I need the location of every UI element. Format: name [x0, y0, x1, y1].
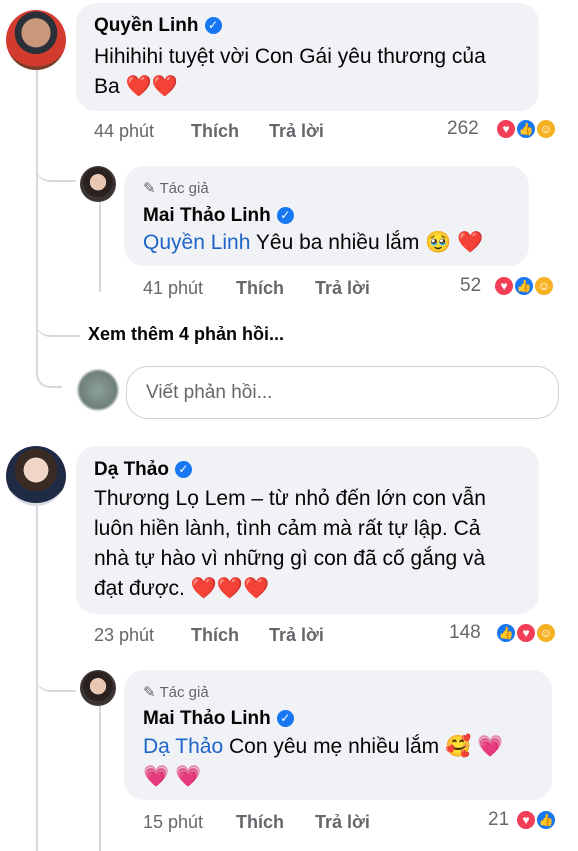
smiling-hearts-icon: 🥰: [444, 735, 472, 758]
pen-icon: ✎: [143, 180, 156, 197]
thread-line: [99, 200, 101, 292]
teary-smile-icon: 🥹: [425, 231, 452, 254]
love-icon[interactable]: ♥: [515, 809, 537, 831]
avatar[interactable]: [6, 446, 66, 506]
like-button[interactable]: Thích: [236, 812, 284, 833]
like-button[interactable]: Thích: [236, 278, 284, 299]
comment-text: đạt được. ❤️❤️❤️: [94, 577, 270, 600]
avatar[interactable]: [80, 166, 116, 202]
mention-link[interactable]: Quyền Linh: [143, 231, 250, 254]
verified-badge-icon: ✓: [276, 207, 294, 224]
like-button[interactable]: Thích: [191, 625, 239, 646]
reaction-count[interactable]: 148: [449, 622, 481, 644]
pen-icon: ✎: [143, 684, 156, 701]
comment-text: nhà tự hào vì những gì con đã cố gắng và: [94, 547, 486, 570]
comment-text: Hihihihi tuyệt vời Con Gái yêu thương củ…: [94, 45, 486, 68]
verified-badge-icon: ✓: [174, 461, 192, 478]
reply-button[interactable]: Trả lời: [269, 121, 324, 142]
reply-button[interactable]: Trả lời: [269, 625, 324, 646]
reaction-count[interactable]: 52: [460, 275, 481, 297]
author-tag: ✎ Tác giả: [143, 684, 209, 701]
like-icon[interactable]: 👍: [513, 275, 535, 297]
heart-icon: ❤️❤️❤️: [190, 577, 270, 600]
reply-author[interactable]: Mai Thảo Linh ✓: [143, 205, 294, 227]
reply-author[interactable]: Mai Thảo Linh ✓: [143, 708, 294, 730]
care-icon[interactable]: ☺: [535, 118, 557, 140]
comment-text: Thương Lọ Lem – từ nhỏ đến lớn con vẫn: [94, 487, 486, 510]
growing-heart-icon: 💗: [476, 735, 504, 758]
comment-time[interactable]: 44 phút: [94, 121, 154, 142]
avatar[interactable]: [80, 670, 116, 706]
reaction-count[interactable]: 21: [488, 809, 509, 831]
thread-line: [99, 706, 101, 851]
verified-badge-icon: ✓: [276, 710, 294, 727]
reply-button[interactable]: Trả lời: [315, 812, 370, 833]
mention-link[interactable]: Dạ Thảo: [143, 735, 223, 758]
reaction-count[interactable]: 262: [447, 118, 479, 140]
thread-curve: [36, 362, 62, 388]
reply-button[interactable]: Trả lời: [315, 278, 370, 299]
like-icon[interactable]: 👍: [515, 118, 537, 140]
comment-text: Ba ❤️❤️: [94, 75, 178, 98]
thread-line: [36, 68, 38, 378]
like-icon[interactable]: 👍: [535, 809, 557, 831]
reply-text: Quyền Linh Yêu ba nhiều lắm 🥹 ❤️: [143, 231, 484, 254]
avatar[interactable]: [6, 10, 66, 70]
reply-text: 💗 💗: [143, 762, 201, 792]
thread-curve: [36, 660, 76, 692]
love-icon[interactable]: ♥: [515, 622, 537, 644]
see-more-replies-link[interactable]: Xem thêm 4 phản hồi...: [88, 324, 284, 345]
author-tag: ✎ Tác giả: [143, 180, 209, 197]
love-icon[interactable]: ♥: [493, 275, 515, 297]
verified-badge-icon: ✓: [204, 17, 222, 34]
thread-curve: [36, 310, 80, 337]
care-icon[interactable]: ☺: [535, 622, 557, 644]
growing-heart-icon: 💗: [175, 765, 202, 788]
like-button[interactable]: Thích: [191, 121, 239, 142]
comment-author[interactable]: Quyền Linh ✓: [94, 15, 222, 37]
like-icon[interactable]: 👍: [495, 622, 517, 644]
care-icon[interactable]: ☺: [533, 275, 555, 297]
love-icon[interactable]: ♥: [495, 118, 517, 140]
growing-heart-icon: 💗: [143, 765, 170, 788]
thread-curve: [36, 150, 76, 182]
heart-icon: ❤️❤️: [125, 75, 178, 98]
reply-time[interactable]: 15 phút: [143, 812, 203, 833]
reply-text: Dạ Thảo Con yêu mẹ nhiều lắm 🥰 💗: [143, 735, 504, 758]
comment-time[interactable]: 23 phút: [94, 625, 154, 646]
comment-author[interactable]: Dạ Thảo ✓: [94, 459, 192, 481]
comment-text: luôn hiền lành, tình cảm mà rất tự lập. …: [94, 517, 481, 540]
reply-time[interactable]: 41 phút: [143, 278, 203, 299]
reply-placeholder: Viết phản hồi...: [146, 382, 273, 403]
avatar: [78, 370, 118, 410]
heart-icon: ❤️: [457, 231, 484, 254]
